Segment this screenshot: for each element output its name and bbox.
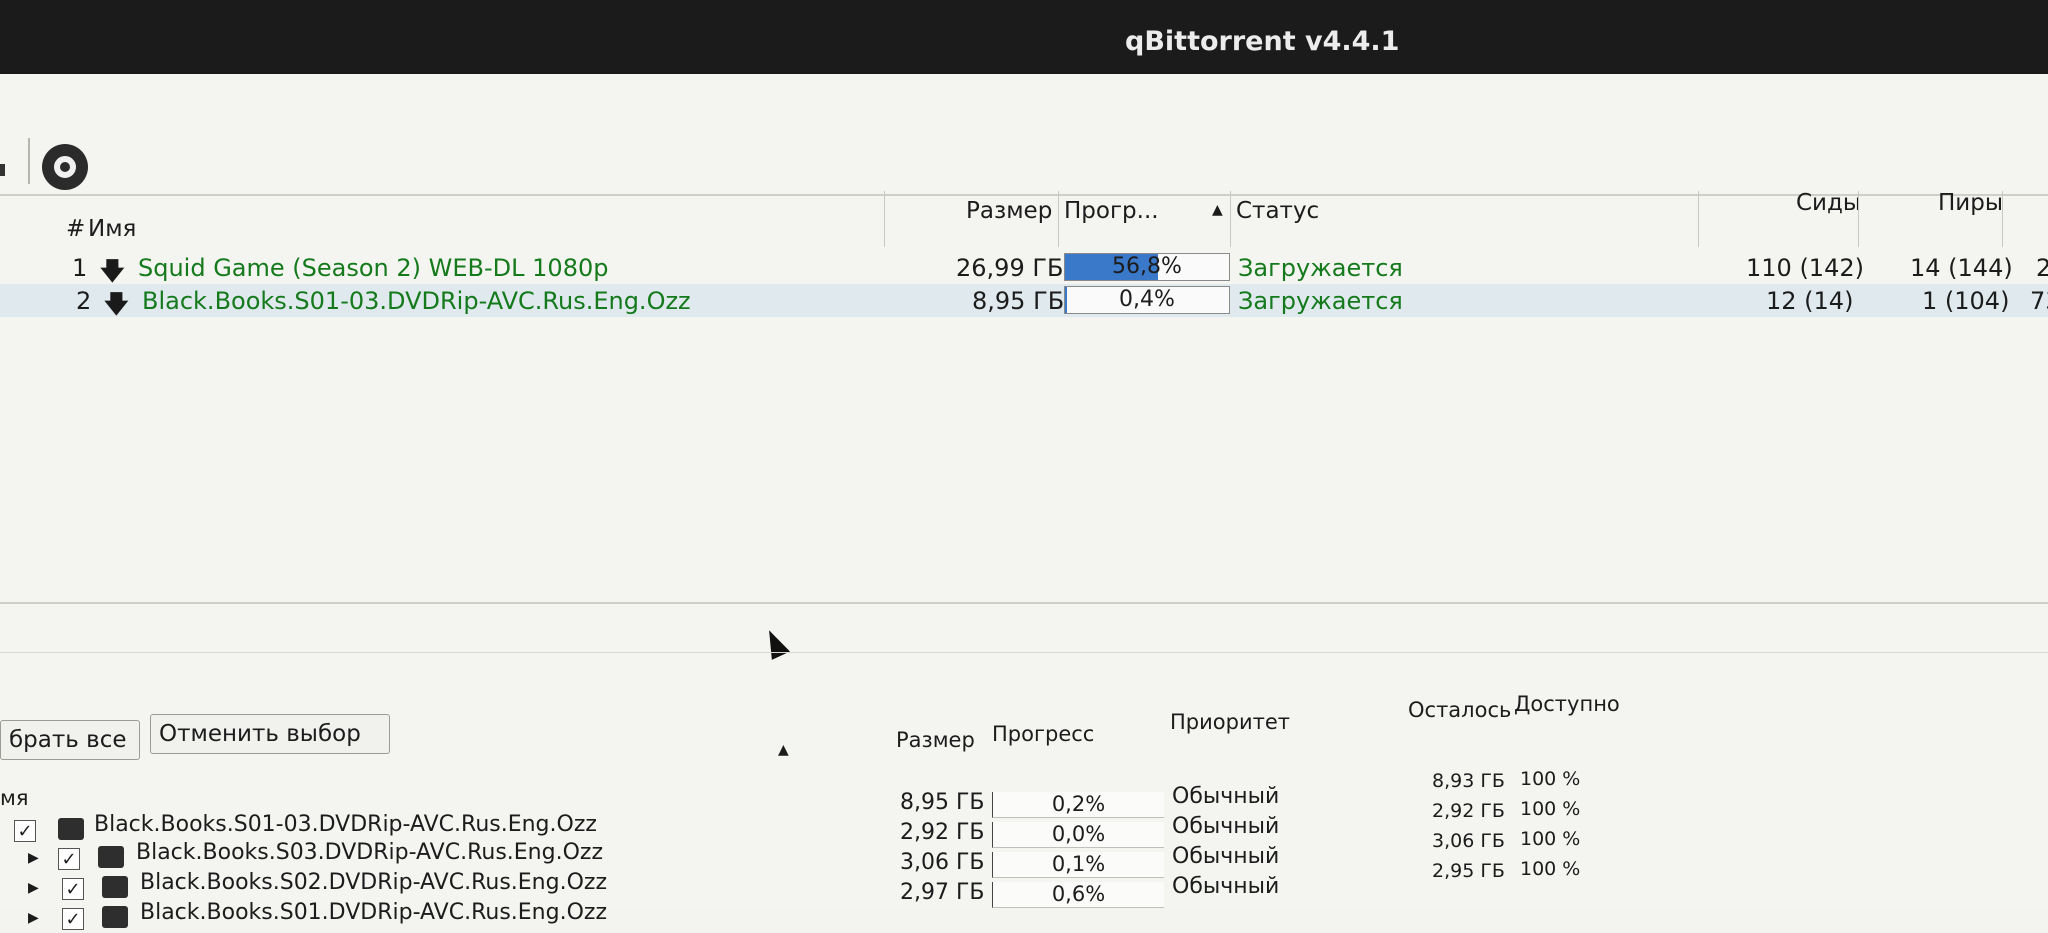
file-size: 8,95 ГБ	[900, 790, 985, 815]
file-remaining: 2,92 ГБ	[1432, 800, 1505, 822]
file-progress-text: 0,1%	[1051, 852, 1106, 876]
file-remaining: 3,06 ГБ	[1432, 830, 1505, 852]
sort-up-icon: ▲	[778, 742, 789, 758]
gear-icon[interactable]	[42, 144, 88, 190]
file-priority: Обычный	[1172, 784, 1280, 809]
file-priority: Обычный	[1172, 814, 1280, 839]
files-column-name[interactable]: мя	[0, 786, 28, 810]
torrent-seeds: 110 (142)	[1746, 254, 1864, 282]
file-progress: 0,0%	[992, 822, 1164, 848]
file-available: 100 %	[1520, 768, 1581, 790]
column-progress[interactable]: Прогр...	[1064, 198, 1159, 224]
torrent-status: Загружается	[1238, 254, 1403, 282]
torrent-extra: 73	[2030, 287, 2048, 315]
progress-text: 56,8%	[1112, 254, 1182, 279]
file-remaining: 2,95 ГБ	[1432, 860, 1505, 882]
file-checkbox[interactable]: ✓	[62, 908, 84, 930]
file-size: 2,97 ГБ	[900, 880, 985, 905]
torrent-peers: 1 (104)	[1922, 287, 2010, 315]
files-column-priority[interactable]: Приоритет	[1170, 710, 1290, 734]
file-size: 2,92 ГБ	[900, 820, 985, 845]
file-checkbox[interactable]: ✓	[58, 848, 80, 870]
column-name[interactable]: Имя	[88, 216, 136, 242]
file-available: 100 %	[1520, 858, 1581, 880]
torrent-num: 2	[76, 287, 92, 315]
folder-icon	[98, 846, 124, 868]
torrent-num: 1	[72, 254, 88, 282]
file-progress: 0,1%	[992, 852, 1164, 878]
file-remaining: 8,93 ГБ	[1432, 770, 1505, 792]
torrent-row[interactable]: 2 🡇 Black.Books.S01-03.DVDRip-AVC.Rus.En…	[0, 284, 2048, 318]
torrent-seeds: 12 (14)	[1766, 287, 1854, 315]
downloading-icon: 🡇	[104, 290, 129, 318]
main-window: # Имя Размер Прогр... ▲ Статус Сиды Пиры…	[0, 74, 2048, 930]
torrent-size: 8,95 ГБ	[972, 287, 1065, 315]
file-available: 100 %	[1520, 798, 1581, 820]
file-priority: Обычный	[1172, 874, 1280, 899]
sort-up-icon: ▲	[1212, 202, 1223, 218]
file-name: Black.Books.S03.DVDRip-AVC.Rus.Eng.Ozz	[136, 840, 603, 865]
title-bar: qBittorrent v4.4.1	[0, 0, 2048, 74]
folder-icon	[102, 876, 128, 898]
torrent-progress-bar: 0,4%	[1064, 286, 1230, 314]
deselect-button[interactable]: Отменить выбор	[150, 714, 390, 754]
expand-arrow-icon[interactable]: ▶	[28, 910, 39, 926]
expand-arrow-icon[interactable]: ▶	[28, 850, 39, 866]
toolbar-separator	[28, 138, 30, 184]
expand-arrow-icon[interactable]: ▶	[28, 880, 39, 896]
window-title: qBittorrent v4.4.1	[1125, 26, 1400, 57]
file-name: Black.Books.S01.DVDRip-AVC.Rus.Eng.Ozz	[140, 900, 607, 925]
file-size: 3,06 ГБ	[900, 850, 985, 875]
torrent-name: Black.Books.S01-03.DVDRip-AVC.Rus.Eng.Oz…	[142, 287, 691, 315]
column-seeds[interactable]: Сиды	[1796, 190, 1861, 216]
file-priority: Обычный	[1172, 844, 1280, 869]
column-num[interactable]: #	[66, 216, 85, 242]
torrent-size: 26,99 ГБ	[956, 254, 1064, 282]
file-progress-text: 0,2%	[1051, 792, 1106, 816]
file-name: Black.Books.S02.DVDRip-AVC.Rus.Eng.Ozz	[140, 870, 607, 895]
torrent-status: Загружается	[1238, 287, 1403, 315]
files-column-remaining[interactable]: Осталось	[1408, 698, 1511, 722]
files-column-progress[interactable]: Прогресс	[992, 722, 1094, 746]
folder-icon	[102, 906, 128, 928]
file-available: 100 %	[1520, 828, 1581, 850]
torrent-name: Squid Game (Season 2) WEB-DL 1080p	[138, 254, 609, 282]
file-name: Black.Books.S01-03.DVDRip-AVC.Rus.Eng.Oz…	[94, 812, 597, 837]
file-row[interactable]: ▶ ✓ Black.Books.S01.DVDRip-AVC.Rus.Eng.O…	[0, 858, 2048, 933]
file-progress-text: 0,6%	[1051, 882, 1106, 906]
torrent-list-header: # Имя Размер Прогр... ▲ Статус Сиды Пиры	[0, 189, 2048, 251]
file-progress-text: 0,0%	[1051, 822, 1106, 846]
files-column-available[interactable]: Доступно	[1514, 692, 1620, 716]
pane-splitter[interactable]	[0, 602, 2048, 653]
column-peers[interactable]: Пиры	[1938, 190, 2003, 216]
toolbar-clipped-icon[interactable]	[0, 164, 5, 176]
folder-icon	[58, 818, 84, 840]
column-status[interactable]: Статус	[1236, 198, 1319, 224]
file-checkbox[interactable]: ✓	[14, 820, 36, 842]
progress-text: 0,4%	[1119, 287, 1175, 312]
files-column-size[interactable]: Размер	[896, 728, 975, 752]
select-all-button[interactable]: брать все	[0, 720, 140, 760]
gear-icon-inner	[50, 152, 80, 182]
torrent-extra: 2	[2036, 254, 2048, 282]
column-size[interactable]: Размер	[966, 198, 1052, 224]
torrent-peers: 14 (144)	[1910, 254, 2013, 282]
torrent-row[interactable]: 1 🡇 Squid Game (Season 2) WEB-DL 1080p 2…	[0, 251, 2048, 285]
file-progress: 0,2%	[992, 792, 1164, 818]
file-checkbox[interactable]: ✓	[62, 878, 84, 900]
file-progress: 0,6%	[992, 882, 1164, 908]
toolbar	[0, 74, 2048, 196]
torrent-progress-bar: 56,8%	[1064, 253, 1230, 281]
